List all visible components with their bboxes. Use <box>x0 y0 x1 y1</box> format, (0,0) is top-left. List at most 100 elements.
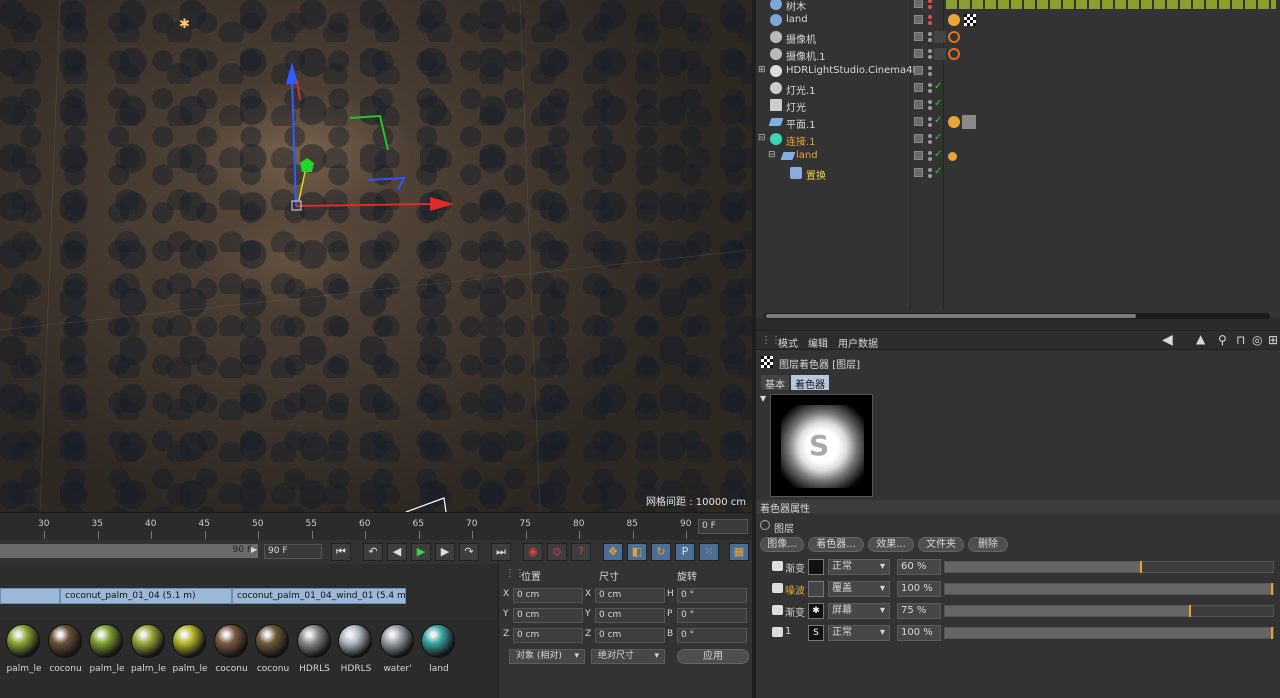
timeline-ruler[interactable]: 30 35 40 45 50 55 60 65 70 75 80 85 90 0 F <box>0 512 752 540</box>
target-icon[interactable]: ◎ <box>1252 333 1262 347</box>
editor-visibility-dot[interactable] <box>928 15 932 19</box>
enabled-check-icon[interactable]: ✓ <box>934 149 942 160</box>
menu-edit[interactable]: 编辑 <box>808 335 828 350</box>
value-field[interactable]: 0 cm <box>595 628 665 643</box>
material-swatch[interactable]: palm_le <box>87 624 125 680</box>
collapse-arrow-icon[interactable]: ▼ <box>760 394 766 403</box>
menu-user-data[interactable]: 用户数据 <box>838 335 878 350</box>
move-key-icon[interactable]: ✥ <box>603 543 623 561</box>
play-icon[interactable]: ▶ <box>411 543 431 561</box>
material-swatch[interactable]: water' <box>378 624 416 680</box>
range-arrow-icon[interactable]: ▶ <box>251 545 257 554</box>
material-swatch[interactable]: palm_le <box>4 624 42 680</box>
editor-visibility-dot[interactable] <box>928 49 932 53</box>
z-axis-handle[interactable] <box>300 158 314 172</box>
editor-visibility-dot[interactable] <box>928 83 932 87</box>
xy-plane-handle[interactable] <box>367 176 406 191</box>
material-swatch[interactable]: coconu <box>212 624 250 680</box>
material-swatch[interactable]: palm_le <box>129 624 167 680</box>
visibility-toggle[interactable] <box>914 168 923 177</box>
object-row[interactable]: 摄像机.1 <box>756 46 1280 63</box>
motion-clip[interactable] <box>0 588 60 604</box>
collapse-toggle-icon[interactable]: ⊟ <box>758 133 766 143</box>
size-z-row[interactable]: Z0 cm <box>585 628 665 644</box>
prev-frame-icon[interactable]: ◀ <box>387 543 407 561</box>
layer-thumbnail[interactable]: ✱ <box>808 603 824 619</box>
layer-thumbnail[interactable] <box>808 581 824 597</box>
motion-clip[interactable]: coconut_palm_01_04_wind_01 (5.4 m) <box>232 588 406 604</box>
editor-visibility-dot[interactable] <box>928 134 932 138</box>
object-row[interactable]: land <box>756 12 1280 29</box>
enabled-check-icon[interactable]: ✓ <box>934 81 942 92</box>
render-visibility-dot[interactable] <box>928 89 932 93</box>
visibility-toggle[interactable] <box>914 15 923 24</box>
effects-button[interactable]: 效果... <box>868 537 914 552</box>
object-row[interactable]: ⊟ land ✓ <box>756 148 1280 165</box>
slider-knob[interactable] <box>1271 583 1273 595</box>
value-field[interactable]: 0 cm <box>513 628 583 643</box>
value-field[interactable]: 0 ° <box>677 608 747 623</box>
shader-layer-row[interactable]: 渐变 正常 60 % <box>756 558 1280 576</box>
y-axis-handle[interactable] <box>291 77 297 207</box>
go-to-end-icon[interactable]: ⏭ <box>491 543 511 561</box>
rotation-h-row[interactable]: H0 ° <box>667 588 747 604</box>
value-field[interactable]: 0 cm <box>595 608 665 623</box>
render-visibility-dot[interactable] <box>928 21 932 25</box>
position-x-row[interactable]: X0 cm <box>503 588 583 604</box>
editor-visibility-dot[interactable] <box>928 66 932 70</box>
render-visibility-dot[interactable] <box>928 38 932 42</box>
value-field[interactable]: 0 ° <box>677 588 747 603</box>
help-icon[interactable]: ? <box>571 543 591 561</box>
image-button[interactable]: 图像... <box>760 537 804 552</box>
eye-icon[interactable] <box>772 627 783 637</box>
frame-range-slider[interactable]: 90 F <box>0 544 258 558</box>
size-y-row[interactable]: Y 0 cm <box>585 608 665 624</box>
phong-tag-icon[interactable] <box>948 14 960 26</box>
render-visibility-dot[interactable] <box>928 72 932 76</box>
material-swatch[interactable]: HDRLS <box>336 624 374 680</box>
xz-plane-handle[interactable] <box>349 114 389 151</box>
scale-key-icon[interactable]: ◧ <box>627 543 647 561</box>
slider-knob[interactable] <box>1139 561 1142 573</box>
expand-toggle-icon[interactable]: ⊞ <box>758 65 766 75</box>
value-field[interactable]: 0 cm <box>513 608 583 623</box>
visibility-toggle[interactable] <box>914 32 923 41</box>
eye-icon[interactable] <box>772 561 783 571</box>
object-row[interactable]: 摄像机 <box>756 29 1280 46</box>
back-arrow-icon[interactable]: ◀ <box>1162 332 1173 348</box>
blend-mode-dropdown[interactable]: 覆盖 <box>828 581 890 597</box>
object-row[interactable]: 灯光 ✓ <box>756 97 1280 114</box>
blend-mode-dropdown[interactable]: 屏幕 <box>828 603 890 619</box>
layer-thumbnail[interactable]: S <box>808 625 824 641</box>
opacity-field[interactable]: 100 % <box>897 581 941 597</box>
x-axis-handle[interactable] <box>295 203 433 207</box>
opacity-field[interactable]: 100 % <box>897 625 941 641</box>
enabled-check-icon[interactable]: ✓ <box>934 166 942 177</box>
opacity-field[interactable]: 75 % <box>897 603 941 619</box>
size-x-row[interactable]: X0 cm <box>585 588 665 604</box>
material-tag-icon[interactable] <box>962 115 976 129</box>
material-tags-strip[interactable] <box>946 0 1276 9</box>
object-row[interactable]: 平面.1 ✓ <box>756 114 1280 131</box>
tab-shader[interactable]: 着色器 <box>791 375 829 391</box>
pointer-icon[interactable]: ▲ <box>1196 332 1205 346</box>
delete-button[interactable]: 删除 <box>968 537 1008 552</box>
render-visibility-dot[interactable] <box>928 123 932 127</box>
scrollbar-thumb[interactable] <box>766 314 1136 318</box>
material-swatch[interactable]: coconu <box>253 624 291 680</box>
new-panel-icon[interactable]: ⊞ <box>1268 333 1278 347</box>
blend-mode-dropdown[interactable]: 正常 <box>828 559 890 575</box>
rotation-b-row[interactable]: B0 ° <box>667 628 747 644</box>
rotate-key-icon[interactable]: ↻ <box>651 543 671 561</box>
enabled-check-icon[interactable]: ✓ <box>934 115 942 126</box>
opacity-field[interactable]: 60 % <box>897 559 941 575</box>
enabled-check-icon[interactable]: ✓ <box>934 132 942 143</box>
viewport-gizmo[interactable]: ✱ <box>0 0 752 512</box>
eye-icon[interactable] <box>772 583 783 593</box>
next-key-icon[interactable]: ↷ <box>459 543 479 561</box>
render-visibility-dot[interactable] <box>928 157 932 161</box>
horizontal-scrollbar[interactable] <box>764 313 1270 319</box>
rotation-p-row[interactable]: P 0 ° <box>667 608 747 624</box>
timeline-window-icon[interactable]: ▦ <box>729 543 749 561</box>
blend-mode-dropdown[interactable]: 正常 <box>828 625 890 641</box>
